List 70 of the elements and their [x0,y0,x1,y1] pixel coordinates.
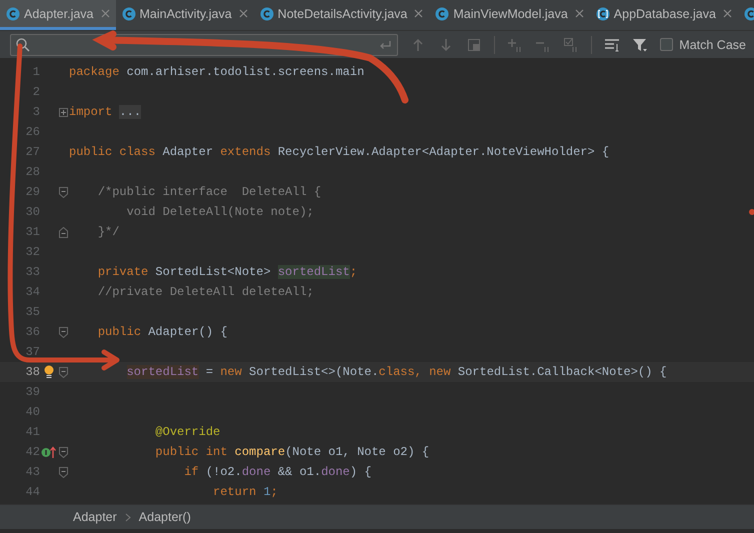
line-number: 43 [24,465,40,479]
editor-tab[interactable]: Adapter.java [0,0,116,30]
line-number: 38 [24,365,40,379]
square-icon[interactable] [466,36,482,52]
line-number: 33 [24,265,40,279]
editor-tab[interactable]: AppDatabase.java [590,0,738,30]
code-line: //private DeleteAll deleteAll; [96,285,314,299]
breadcrumb[interactable]: Adapter() [138,510,191,524]
class-icon [260,6,274,20]
code-line: if (!o2.done && o1.done) { [183,465,372,479]
editor-tab[interactable]: MainViewModel.java [429,0,590,30]
class-icon [122,6,136,20]
class-icon [435,6,450,20]
add-selection-icon[interactable] [507,36,524,52]
close-icon[interactable] [722,9,732,18]
line-number: 32 [24,245,40,259]
code-line: sortedList = new SortedList<>(Note.class, new SortedList.Callback<Note>() { [126,365,667,379]
code-line: public int compare(Note o1, Note o2) { [154,445,430,459]
line-number: 40 [24,405,40,419]
line-number: 30 [24,205,40,219]
fold-icon[interactable] [59,186,68,198]
line-number: 44 [24,485,40,499]
expand-icon[interactable] [59,108,68,116]
fold-icon[interactable] [59,366,68,378]
fold-icon[interactable] [59,226,68,238]
editor-tab[interactable]: MainActivity.java [116,0,254,30]
implements-icon[interactable] [41,445,57,459]
code-line: private SortedList<Note> sortedList; [96,265,358,279]
abstract-class-icon [596,6,610,20]
line-number: 27 [24,145,40,159]
filter-icon[interactable] [632,36,648,52]
line-number: 1 [32,65,40,79]
line-number: 42 [24,445,40,459]
fold-icon[interactable] [59,446,68,458]
chevron-icon [124,512,131,522]
editor-tab[interactable]: NoteDetailsActivity.java [254,0,430,30]
fold-icon[interactable] [59,326,68,338]
line-number: 41 [24,425,40,439]
code-line: return 1; [212,485,278,499]
line-number: 28 [24,165,40,179]
fold-icon[interactable] [59,466,68,478]
close-icon[interactable] [574,9,584,18]
line-number: 31 [24,225,40,239]
code-line: }*/ [96,225,120,239]
lightbulb-icon[interactable] [44,365,54,379]
code-line: package com.arhiser.todolist.screens.main [69,65,364,79]
code-line: public class Adapter extends RecyclerView.Adapter<Adapter.NoteViewHolder> { [69,145,610,159]
code-line: @Override [154,425,220,439]
line-number: 29 [24,185,40,199]
class-icon [6,6,20,20]
line-number: 3 [32,105,40,119]
search-icon[interactable] [15,36,31,52]
line-number: 36 [24,325,40,339]
code-line: import ... [69,105,142,119]
code-line: public Adapter() { [96,325,228,339]
match-case-checkbox[interactable]: Match Case [660,38,746,52]
close-icon[interactable] [414,9,424,18]
line-number: 35 [24,305,40,319]
filter-lines-icon[interactable] [604,36,620,52]
line-number: 2 [32,85,40,99]
close-icon[interactable] [238,9,248,18]
line-number: 26 [24,125,40,139]
breadcrumb[interactable]: Adapter [73,510,117,524]
line-number: 39 [24,385,40,399]
line-number: 37 [24,345,40,359]
code-line: void DeleteAll(Note note); [126,205,314,219]
line-number: 34 [24,285,40,299]
code-line: /*public interface DeleteAll { [96,185,322,199]
select-all-icon[interactable] [563,36,580,52]
close-icon[interactable] [100,9,110,18]
